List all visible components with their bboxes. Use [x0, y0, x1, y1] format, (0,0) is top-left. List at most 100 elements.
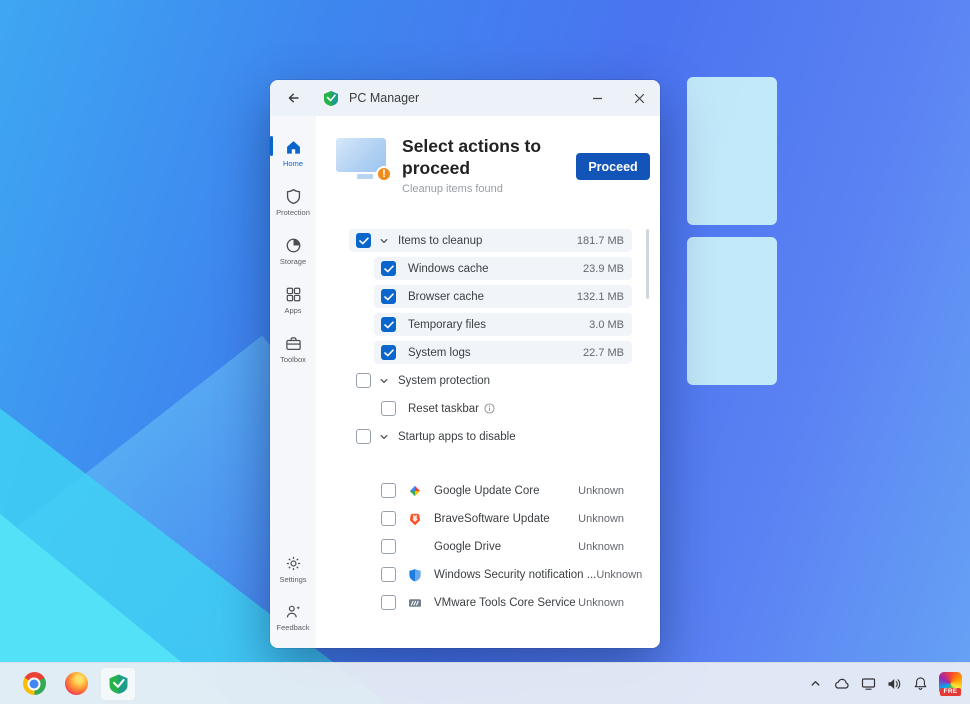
row-size: 132.1 MB — [577, 291, 624, 303]
startup-app-row[interactable]: BraveSoftware Update Unknown — [374, 507, 632, 530]
windows-security-checkbox[interactable] — [381, 567, 396, 582]
taskbar: FRE — [0, 662, 970, 704]
pc-manager-logo-icon — [322, 89, 340, 107]
chevron-down-icon[interactable] — [379, 236, 389, 246]
row-value: Unknown — [578, 597, 624, 609]
minimize-button[interactable] — [576, 80, 618, 116]
list-spacer — [349, 453, 632, 479]
row-value: Unknown — [578, 541, 624, 553]
row-label: Google Update Core — [434, 485, 539, 497]
chevron-down-icon[interactable] — [379, 376, 389, 386]
sidebar-item-label: Toolbox — [280, 355, 306, 364]
volume-icon[interactable] — [887, 677, 902, 691]
pc-manager-taskbar-button[interactable] — [100, 667, 136, 701]
startup-app-row[interactable]: VMware Tools Core Service Unknown — [374, 591, 632, 614]
vmware-icon — [408, 596, 422, 610]
windows-security-icon — [408, 568, 422, 582]
items-to-cleanup-checkbox[interactable] — [356, 233, 371, 248]
row-value: Unknown — [578, 485, 624, 497]
google-update-icon — [408, 484, 422, 498]
row-label: System logs — [408, 347, 471, 359]
vmware-tools-checkbox[interactable] — [381, 595, 396, 610]
items-to-cleanup-row[interactable]: Items to cleanup 181.7 MB — [349, 229, 632, 252]
proceed-button[interactable]: Proceed — [576, 153, 650, 180]
page-subtitle: Cleanup items found — [402, 183, 503, 195]
windows-logo-pane-bottom — [687, 237, 777, 385]
startup-app-row[interactable]: Google Update Core Unknown — [374, 479, 632, 502]
sidebar-item-feedback[interactable]: Feedback — [270, 594, 316, 640]
system-logs-checkbox[interactable] — [381, 345, 396, 360]
reset-taskbar-row[interactable]: Reset taskbar — [374, 397, 632, 420]
info-icon[interactable] — [484, 403, 495, 414]
chrome-icon — [23, 672, 46, 695]
taskbar-app-icons — [16, 663, 136, 704]
sidebar-item-storage[interactable]: Storage — [270, 228, 316, 274]
browser-cache-row[interactable]: Browser cache 132.1 MB — [374, 285, 632, 308]
bravesoftware-update-checkbox[interactable] — [381, 511, 396, 526]
sidebar-item-label: Home — [283, 159, 303, 168]
apps-grid-icon — [285, 286, 302, 303]
sidebar: Home Protection Storage Apps Toolbox — [270, 116, 316, 648]
gear-icon — [285, 555, 302, 572]
system-protection-row[interactable]: System protection — [349, 369, 632, 392]
row-value: Unknown — [596, 569, 642, 581]
onedrive-cloud-icon[interactable] — [833, 677, 850, 691]
system-tray: FRE — [809, 663, 962, 704]
arrow-left-icon — [285, 90, 301, 106]
scrollbar[interactable] — [646, 229, 649, 299]
row-label: Windows Security notification ... — [434, 569, 596, 581]
row-label: Items to cleanup — [398, 235, 482, 247]
tray-chevron-up-icon[interactable] — [809, 677, 822, 690]
sidebar-item-label: Storage — [280, 257, 306, 266]
pc-manager-icon — [107, 672, 130, 695]
windows-logo-pane-top — [687, 77, 777, 225]
row-label: BraveSoftware Update — [434, 513, 550, 525]
display-icon[interactable] — [861, 677, 876, 691]
free-badge: FRE — [940, 688, 961, 696]
sidebar-item-apps[interactable]: Apps — [270, 277, 316, 323]
screenshot-tool-icon[interactable]: FRE — [939, 672, 962, 695]
google-drive-icon — [408, 540, 422, 554]
chevron-down-icon[interactable] — [379, 432, 389, 442]
home-icon — [285, 139, 302, 156]
sidebar-bottom-group: Settings Feedback — [270, 544, 316, 640]
pc-illustration: ! — [336, 138, 394, 190]
reset-taskbar-checkbox[interactable] — [381, 401, 396, 416]
row-value: Unknown — [578, 513, 624, 525]
startup-app-row[interactable]: Google Drive Unknown — [374, 535, 632, 558]
browser-cache-checkbox[interactable] — [381, 289, 396, 304]
startup-apps-row[interactable]: Startup apps to disable — [349, 425, 632, 448]
firefox-taskbar-button[interactable] — [58, 667, 94, 701]
google-drive-checkbox[interactable] — [381, 539, 396, 554]
temporary-files-row[interactable]: Temporary files 3.0 MB — [374, 313, 632, 336]
row-label: Windows cache — [408, 263, 489, 275]
google-update-core-checkbox[interactable] — [381, 483, 396, 498]
chrome-taskbar-button[interactable] — [16, 667, 52, 701]
back-button[interactable] — [278, 84, 308, 112]
titlebar[interactable]: PC Manager — [270, 80, 660, 116]
close-button[interactable] — [618, 80, 660, 116]
notification-bell-icon[interactable] — [913, 676, 928, 691]
startup-apps-checkbox[interactable] — [356, 429, 371, 444]
sidebar-item-label: Feedback — [277, 623, 310, 632]
minimize-icon — [592, 93, 603, 104]
monitor-stand — [357, 174, 373, 179]
windows-cache-checkbox[interactable] — [381, 261, 396, 276]
sidebar-item-home[interactable]: Home — [270, 130, 316, 176]
window-title: PC Manager — [349, 91, 419, 105]
sidebar-item-toolbox[interactable]: Toolbox — [270, 326, 316, 372]
row-label: Browser cache — [408, 291, 484, 303]
main-content: ! Select actions to proceed Cleanup item… — [316, 116, 660, 648]
temporary-files-checkbox[interactable] — [381, 317, 396, 332]
system-logs-row[interactable]: System logs 22.7 MB — [374, 341, 632, 364]
cleanup-list: Items to cleanup 181.7 MB Windows cache … — [349, 229, 632, 648]
row-label: Reset taskbar — [408, 403, 479, 415]
sidebar-item-label: Protection — [276, 208, 310, 217]
startup-app-row[interactable]: Windows Security notification ... Unknow… — [374, 563, 632, 586]
sidebar-item-protection[interactable]: Protection — [270, 179, 316, 225]
windows-cache-row[interactable]: Windows cache 23.9 MB — [374, 257, 632, 280]
sidebar-item-label: Settings — [279, 575, 306, 584]
sidebar-item-settings[interactable]: Settings — [270, 546, 316, 592]
system-protection-checkbox[interactable] — [356, 373, 371, 388]
row-label: Temporary files — [408, 319, 486, 331]
